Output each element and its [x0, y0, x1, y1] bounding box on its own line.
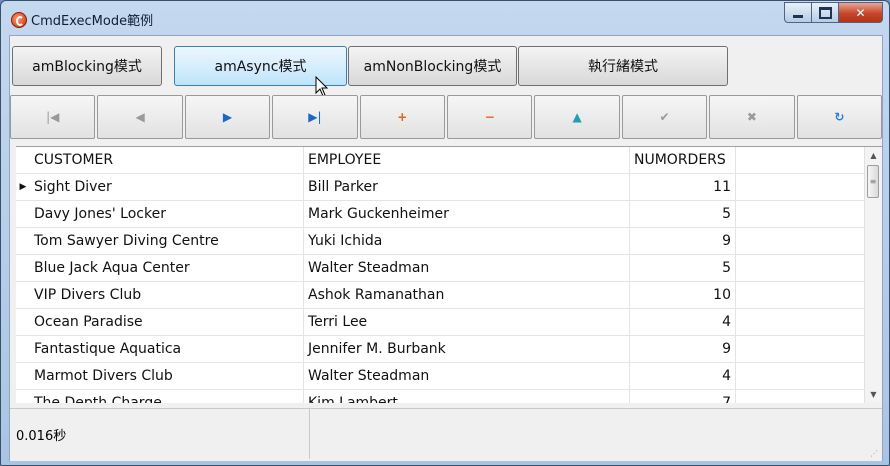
nav-cancel-button[interactable]: ✖: [709, 95, 795, 139]
scroll-down-arrow-icon[interactable]: ▼: [865, 386, 882, 403]
nav-last-button[interactable]: ▶|: [272, 95, 358, 139]
status-elapsed-time: 0.016秒: [10, 409, 310, 459]
check-icon: ✔: [659, 110, 670, 124]
cell-numorders[interactable]: 7: [630, 390, 736, 403]
title-bar[interactable]: CmdExecMode範例 ✕: [1, 1, 889, 35]
window-title: CmdExecMode範例: [31, 14, 154, 29]
column-header-employee[interactable]: EMPLOYEE: [304, 147, 630, 173]
table-row[interactable]: Blue Jack Aqua Center Walter Steadman 5: [16, 255, 882, 282]
cell-customer[interactable]: Sight Diver: [30, 174, 304, 200]
scroll-thumb[interactable]: ≡: [867, 165, 879, 198]
maximize-icon: [818, 6, 832, 19]
resize-grip-icon[interactable]: ⋰: [870, 449, 880, 459]
cell-customer[interactable]: Ocean Paradise: [30, 309, 304, 335]
header-indicator: [16, 147, 30, 173]
cell-customer[interactable]: Fantastique Aquatica: [30, 336, 304, 362]
cell-numorders[interactable]: 11: [630, 174, 736, 200]
nav-first-button[interactable]: |◀: [10, 95, 96, 139]
row-indicator: [16, 363, 30, 389]
row-indicator: [16, 390, 30, 403]
table-row[interactable]: Marmot Divers Club Walter Steadman 4: [16, 363, 882, 390]
minimize-button[interactable]: [784, 2, 812, 23]
client-area: amBlocking模式 amAsync模式 amNonBlocking模式 執…: [9, 35, 883, 461]
status-panel-2: [310, 409, 882, 459]
table-row[interactable]: The Depth Charge Kim Lambert 7: [16, 390, 882, 403]
nav-next-button[interactable]: ▶: [184, 95, 271, 139]
app-logo-icon: [11, 12, 27, 28]
table-row[interactable]: Ocean Paradise Terri Lee 4: [16, 309, 882, 336]
vertical-scrollbar[interactable]: ▲ ≡ ▼: [864, 147, 882, 403]
row-indicator: [16, 336, 30, 362]
cell-employee[interactable]: Terri Lee: [304, 309, 630, 335]
row-indicator: [16, 255, 30, 281]
minus-icon: −: [484, 110, 495, 124]
nav-delete-button[interactable]: −: [447, 95, 533, 139]
cell-numorders[interactable]: 10: [630, 282, 736, 308]
cell-employee[interactable]: Yuki Ichida: [304, 228, 630, 254]
mode-toolbar: amBlocking模式 amAsync模式 amNonBlocking模式 執…: [10, 36, 882, 97]
next-record-icon: ▶: [222, 110, 233, 124]
row-indicator: [16, 228, 30, 254]
column-header-numorders[interactable]: NUMORDERS: [630, 147, 736, 173]
db-navigator: |◀ ◀ ▶ ▶| + − ▲ ✔ ✖ ↻: [10, 95, 883, 141]
table-row[interactable]: Fantastique Aquatica Jennifer M. Burbank 9: [16, 336, 882, 363]
minimize-icon: [793, 14, 803, 18]
thread-mode-button[interactable]: 執行緒模式: [518, 46, 728, 86]
cell-customer[interactable]: VIP Divers Club: [30, 282, 304, 308]
grip-lines-icon: ≡: [869, 177, 877, 186]
cell-customer[interactable]: Blue Jack Aqua Center: [30, 255, 304, 281]
nav-insert-button[interactable]: +: [359, 95, 446, 139]
cell-customer[interactable]: Tom Sawyer Diving Centre: [30, 228, 304, 254]
cell-employee[interactable]: Walter Steadman: [304, 255, 630, 281]
cell-numorders[interactable]: 9: [630, 228, 736, 254]
table-row[interactable]: VIP Divers Club Ashok Ramanathan 10: [16, 282, 882, 309]
cell-customer[interactable]: Marmot Divers Club: [30, 363, 304, 389]
nav-edit-button[interactable]: ▲: [534, 95, 620, 139]
plus-icon: +: [397, 110, 408, 124]
cell-customer[interactable]: The Depth Charge: [30, 390, 304, 403]
edit-triangle-icon: ▲: [572, 110, 582, 124]
table-row[interactable]: ▶ Sight Diver Bill Parker 11: [16, 174, 882, 201]
caption-buttons: ✕: [784, 2, 883, 23]
row-indicator: [16, 282, 30, 308]
amblocking-mode-button[interactable]: amBlocking模式: [12, 46, 162, 86]
prior-record-icon: ◀: [135, 110, 145, 124]
amnonblocking-mode-button[interactable]: amNonBlocking模式: [348, 46, 517, 86]
cell-numorders[interactable]: 4: [630, 363, 736, 389]
row-indicator: [16, 309, 30, 335]
cell-employee[interactable]: Ashok Ramanathan: [304, 282, 630, 308]
nav-post-button[interactable]: ✔: [621, 95, 708, 139]
nav-refresh-button[interactable]: ↻: [796, 95, 883, 139]
cell-numorders[interactable]: 5: [630, 201, 736, 227]
app-window: CmdExecMode範例 ✕ amBlocking模式 amAsync模式 a…: [0, 0, 890, 466]
first-record-icon: |◀: [46, 110, 60, 124]
table-row[interactable]: Davy Jones' Locker Mark Guckenheimer 5: [16, 201, 882, 228]
scroll-up-arrow-icon[interactable]: ▲: [865, 147, 882, 164]
cell-numorders[interactable]: 9: [630, 336, 736, 362]
maximize-button[interactable]: [812, 2, 839, 23]
cell-employee[interactable]: Kim Lambert: [304, 390, 630, 403]
status-bar: 0.016秒 ⋰: [10, 408, 882, 461]
column-header-customer[interactable]: CUSTOMER: [30, 147, 304, 173]
grid-header: CUSTOMER EMPLOYEE NUMORDERS: [16, 147, 882, 174]
last-record-icon: ▶|: [308, 110, 322, 124]
cross-icon: ✖: [746, 110, 757, 124]
table-row[interactable]: Tom Sawyer Diving Centre Yuki Ichida 9: [16, 228, 882, 255]
cell-customer[interactable]: Davy Jones' Locker: [30, 201, 304, 227]
cell-numorders[interactable]: 5: [630, 255, 736, 281]
cell-numorders[interactable]: 4: [630, 309, 736, 335]
close-icon: ✕: [855, 5, 866, 20]
data-grid[interactable]: CUSTOMER EMPLOYEE NUMORDERS ▶ Sight Diver…: [16, 146, 882, 403]
row-indicator: [16, 201, 30, 227]
close-button[interactable]: ✕: [839, 2, 883, 23]
current-row-icon: ▶: [19, 182, 27, 192]
cell-employee[interactable]: Bill Parker: [304, 174, 630, 200]
refresh-icon: ↻: [834, 110, 845, 124]
nav-prior-button[interactable]: ◀: [97, 95, 183, 139]
cell-employee[interactable]: Walter Steadman: [304, 363, 630, 389]
cell-employee[interactable]: Mark Guckenheimer: [304, 201, 630, 227]
cell-employee[interactable]: Jennifer M. Burbank: [304, 336, 630, 362]
